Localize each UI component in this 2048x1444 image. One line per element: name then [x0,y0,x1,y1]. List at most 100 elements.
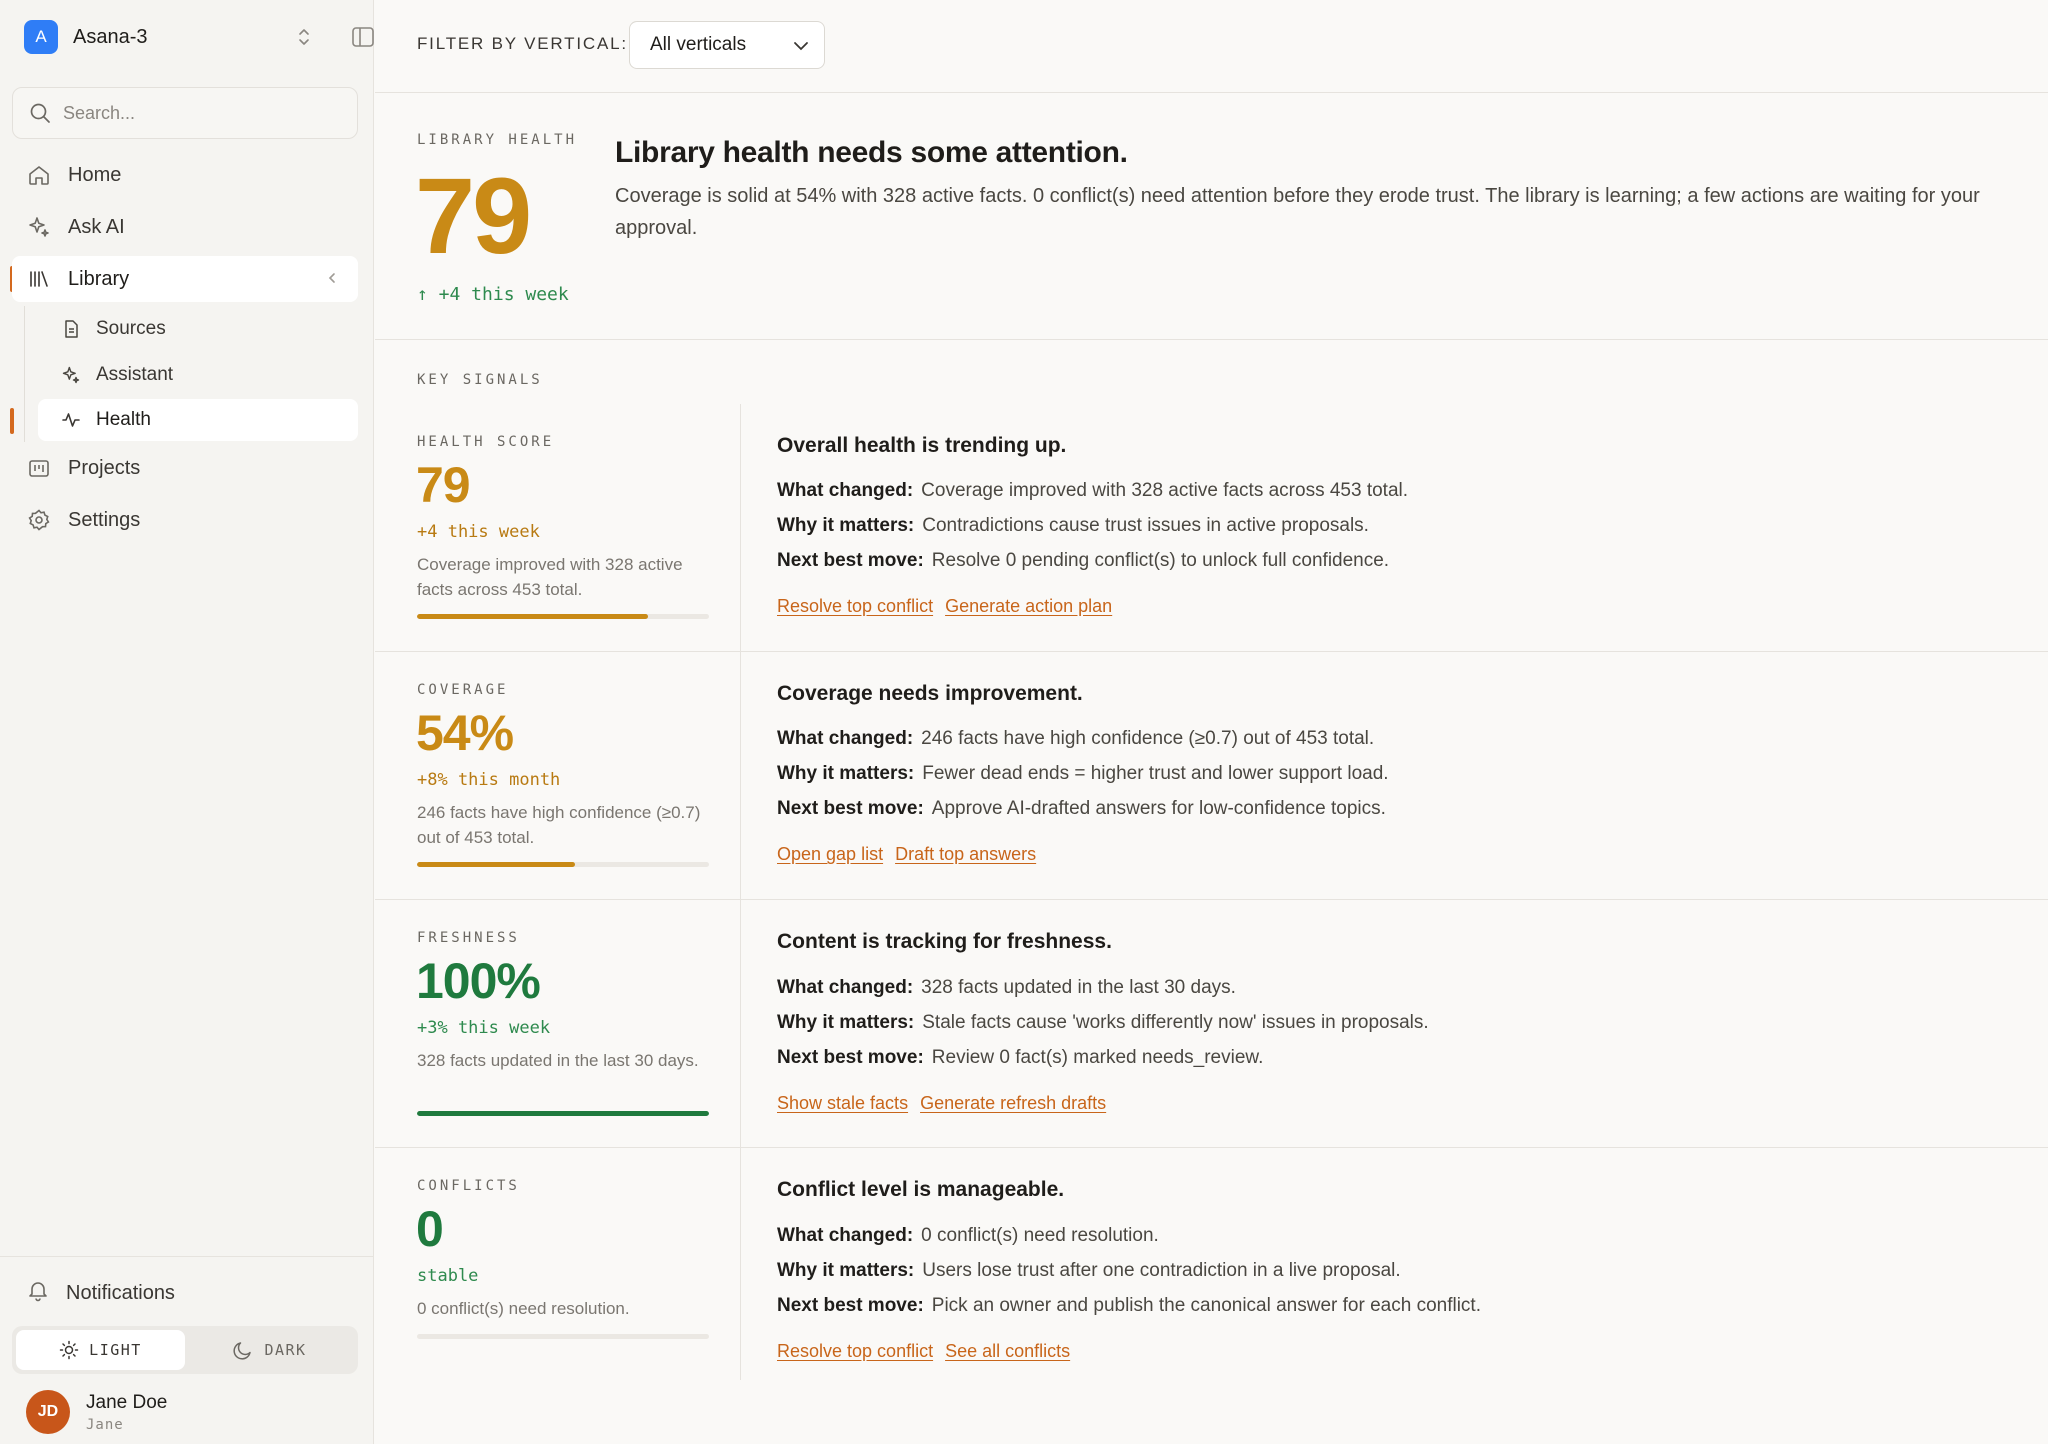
activity-icon [60,409,82,431]
nav-item-settings[interactable]: Settings [12,497,358,543]
signal-actions: Show stale facts Generate refresh drafts [777,1093,1106,1114]
active-indicator [10,408,14,434]
sun-icon [59,1340,79,1360]
why-matters-text: Stale facts cause 'works differently now… [922,1012,1429,1033]
vertical-select[interactable]: All verticals [629,21,825,69]
user-menu[interactable]: JD Jane Doe Jane [26,1390,167,1434]
chevron-up-down-icon[interactable] [294,25,314,49]
nav-label-home: Home [68,163,122,186]
signal-title: Conflict level is manageable. [777,1178,1065,1201]
next-move-label: Next best move: [777,798,924,819]
next-move-row: Next best move: Resolve 0 pending conflic… [777,550,1389,572]
hero-body: Coverage is solid at 54% with 328 active… [615,185,1980,239]
gear-icon [26,507,52,533]
notifications-button[interactable]: Notifications [12,1270,358,1316]
nav-label-projects: Projects [68,456,141,479]
next-move-label: Next best move: [777,1047,924,1068]
search-input[interactable] [63,102,343,124]
theme-dark-label: DARK [264,1341,307,1359]
nav-item-library[interactable]: Library [12,256,358,302]
progress-bar [417,862,709,867]
filter-label: FILTER BY VERTICAL: [417,34,628,53]
search-box[interactable] [12,87,358,139]
workspace-switcher[interactable]: A Asana-3 [24,20,374,54]
hero-delta: ↑ +4 this week [417,284,569,305]
nav-item-health[interactable]: Health [38,399,358,441]
sparkle-icon [26,214,52,240]
signal-value: 0 [416,1201,444,1257]
library-icon [26,266,52,292]
signal-title: Content is tracking for freshness. [777,930,1112,953]
progress-bar [417,1334,709,1339]
signal-description: Coverage improved with 328 active facts … [417,555,683,599]
divider [740,900,741,1148]
what-changed-label: What changed: [777,728,914,749]
signal-eyebrow: COVERAGE [417,682,509,698]
nav-item-ask-ai[interactable]: Ask AI [12,204,358,250]
generate-action-plan-link[interactable]: Generate action plan [945,596,1112,617]
main-content: FILTER BY VERTICAL: All verticals LIBRAR… [375,0,2048,1444]
search-icon [30,103,50,123]
show-stale-facts-link[interactable]: Show stale facts [777,1093,908,1114]
signal-description: 246 facts have high confidence (≥0.7) ou… [417,803,701,847]
signal-eyebrow: FRESHNESS [417,930,520,946]
what-changed-label: What changed: [777,480,914,501]
next-move-label: Next best move: [777,1295,924,1316]
sidebar-toggle-icon[interactable] [350,24,376,50]
nav-item-projects[interactable]: Projects [12,445,358,491]
why-matters-row: Why it matters: Users lose trust after on… [777,1260,1401,1282]
submenu-rail [24,306,25,442]
signal-title: Coverage needs improvement. [777,682,1083,705]
next-move-row: Next best move: Pick an owner and publish… [777,1295,1481,1317]
see-all-conflicts-link[interactable]: See all conflicts [945,1341,1070,1362]
notifications-label: Notifications [66,1281,175,1304]
signal-health-score: HEALTH SCORE 79 +4 this week Coverage im… [375,404,2048,652]
signal-eyebrow: CONFLICTS [417,1178,520,1194]
why-matters-text: Users lose trust after one contradiction… [922,1260,1401,1281]
why-matters-row: Why it matters: Contradictions cause trus… [777,515,1369,537]
workspace-badge: A [24,20,58,54]
progress-fill [417,614,648,619]
why-matters-row: Why it matters: Fewer dead ends = higher … [777,763,1389,785]
chevron-left-icon[interactable] [322,268,342,288]
why-matters-label: Why it matters: [777,763,915,784]
signal-delta: +8% this month [417,770,561,790]
divider [0,1256,374,1257]
nav-label-library: Library [68,267,130,290]
resolve-top-conflict-link[interactable]: Resolve top conflict [777,596,933,617]
generate-refresh-drafts-link[interactable]: Generate refresh drafts [920,1093,1106,1114]
user-handle: Jane [86,1416,124,1433]
key-signals-label: KEY SIGNALS [417,372,543,388]
signal-value: 54% [416,705,514,761]
signal-actions: Open gap list Draft top answers [777,844,1036,865]
what-changed-row: What changed: Coverage improved with 328 … [777,480,1408,502]
nav-item-home[interactable]: Home [12,152,358,198]
signal-actions: Resolve top conflict See all conflicts [777,1341,1070,1362]
filter-bar: FILTER BY VERTICAL: All verticals [375,0,2048,93]
open-gap-list-link[interactable]: Open gap list [777,844,883,865]
theme-dark-button[interactable]: DARK [185,1330,354,1370]
signal-freshness: FRESHNESS 100% +3% this week 328 facts u… [375,900,2048,1148]
nav-label-settings: Settings [68,508,141,531]
what-changed-text: 246 facts have high confidence (≥0.7) ou… [921,728,1375,749]
next-move-text: Review 0 fact(s) marked needs_review. [931,1047,1264,1068]
what-changed-text: 328 facts updated in the last 30 days. [921,977,1236,998]
draft-top-answers-link[interactable]: Draft top answers [895,844,1036,865]
library-health-summary: LIBRARY HEALTH 79 ↑ +4 this week Library… [375,94,2048,340]
progress-fill [417,862,575,867]
nav-item-sources[interactable]: Sources [38,308,358,350]
signal-description: 328 facts updated in the last 30 days. [417,1051,699,1070]
signal-title: Overall health is trending up. [777,434,1067,457]
nav-item-assistant[interactable]: Assistant [38,354,358,396]
progress-fill [417,1111,709,1116]
resolve-top-conflict-link[interactable]: Resolve top conflict [777,1341,933,1362]
chevron-down-icon [794,42,808,51]
next-move-text: Resolve 0 pending conflict(s) to unlock … [931,550,1390,571]
next-move-row: Next best move: Approve AI-drafted answer… [777,798,1386,820]
what-changed-text: Coverage improved with 328 active facts … [921,480,1409,501]
what-changed-text: 0 conflict(s) need resolution. [921,1225,1159,1246]
why-matters-label: Why it matters: [777,1260,915,1281]
theme-light-button[interactable]: LIGHT [16,1330,185,1370]
signal-coverage: COVERAGE 54% +8% this month 246 facts ha… [375,652,2048,900]
signal-conflicts: CONFLICTS 0 stable 0 conflict(s) need re… [375,1148,2048,1396]
